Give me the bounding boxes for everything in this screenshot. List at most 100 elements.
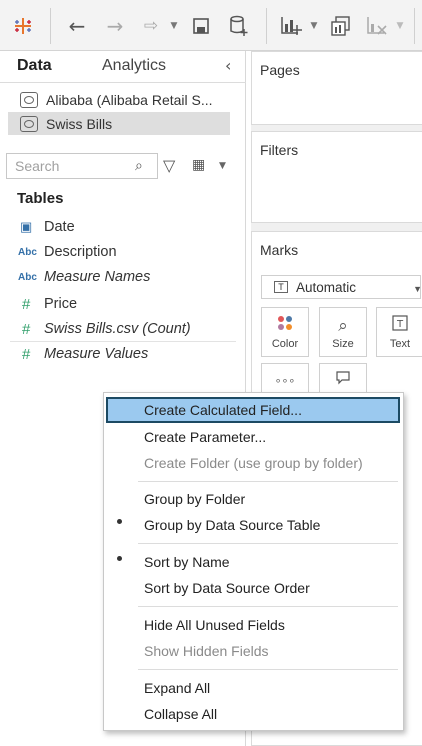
chevron-down-icon: ▼: [413, 284, 422, 294]
field-label: Date: [44, 219, 75, 235]
datasource-icon: [20, 115, 38, 132]
field-label: Measure Values: [44, 346, 149, 362]
tables-heading: Tables: [17, 190, 64, 207]
menu-item-hide-all-unused-fields[interactable]: Hide All Unused Fields: [106, 612, 401, 638]
menu-item-show-hidden-fields: Show Hidden Fields: [106, 638, 401, 664]
number-type-icon: #: [22, 320, 31, 338]
field-count[interactable]: # Swiss Bills.csv (Count): [18, 318, 191, 340]
number-type-icon: #: [22, 345, 31, 363]
svg-text:T: T: [396, 319, 404, 330]
text-label: Text: [389, 338, 411, 350]
field-label: Price: [44, 296, 78, 312]
menu-item-label: Create Folder (use group by folder): [144, 455, 363, 471]
save-icon[interactable]: [188, 12, 214, 40]
toolbar-separator: [50, 8, 51, 44]
checked-bullet-icon: [117, 556, 122, 561]
chevron-down-icon[interactable]: ▼: [394, 12, 406, 40]
toolbar-separator: [266, 8, 267, 44]
search-placeholder: Search: [15, 158, 60, 174]
menu-item-label: Show Hidden Fields: [144, 643, 269, 659]
divider: [10, 341, 236, 342]
search-field[interactable]: Search ⌕: [6, 153, 158, 179]
chevron-down-icon[interactable]: ▼: [219, 161, 226, 171]
field-description[interactable]: Abc Description: [18, 241, 117, 263]
mark-type-value: Automatic: [296, 279, 357, 295]
menu-item-label: Create Parameter...: [144, 429, 267, 445]
mark-type-select[interactable]: T Automatic ▼: [261, 275, 422, 299]
new-worksheet-icon[interactable]: [278, 12, 304, 40]
color-icon: [276, 314, 294, 338]
filters-shelf[interactable]: Filters: [251, 131, 422, 223]
toolbar: ← → ⇨ ▼ ▼ ▼: [0, 0, 422, 51]
clear-icon[interactable]: [364, 12, 390, 40]
menu-item-label: Sort by Name: [144, 554, 230, 570]
field-label: Swiss Bills.csv (Count): [44, 321, 191, 337]
menu-item-group-by-data-source-table[interactable]: Group by Data Source Table: [106, 512, 401, 538]
field-label: Measure Names: [44, 269, 151, 285]
datasource-item-selected[interactable]: Swiss Bills: [8, 112, 230, 135]
pages-shelf[interactable]: Pages: [251, 51, 422, 125]
collapse-pane-icon[interactable]: ‹: [225, 56, 231, 75]
text-mark-icon: T: [274, 281, 288, 293]
menu-item-expand-all[interactable]: Expand All: [106, 675, 401, 701]
menu-item-label: Create Calculated Field...: [144, 402, 302, 418]
search-icon: ⌕: [135, 158, 143, 174]
chevron-down-icon[interactable]: ▼: [308, 12, 320, 40]
pane-tabs: Data Analytics ‹: [0, 51, 246, 83]
tab-data[interactable]: Data: [17, 57, 52, 75]
menu-item-create-calculated-field[interactable]: Create Calculated Field...: [106, 397, 400, 423]
menu-item-sort-by-data-source-order[interactable]: Sort by Data Source Order: [106, 575, 401, 601]
number-type-icon: #: [22, 295, 31, 313]
field-measure-values[interactable]: # Measure Values: [18, 343, 148, 365]
new-datasource-icon[interactable]: [226, 12, 252, 40]
duplicate-icon[interactable]: [328, 12, 354, 40]
menu-item-label: Group by Data Source Table: [144, 517, 321, 533]
size-button[interactable]: ⌕ Size: [319, 307, 367, 357]
toolbar-separator: [414, 8, 415, 44]
menu-separator: [138, 543, 398, 544]
filters-title: Filters: [260, 142, 299, 158]
tab-analytics[interactable]: Analytics: [102, 57, 166, 75]
tooltip-icon: [335, 369, 351, 393]
menu-item-sort-by-name[interactable]: Sort by Name: [106, 549, 401, 575]
tableau-logo-icon[interactable]: [10, 12, 36, 40]
menu-item-create-parameter[interactable]: Create Parameter...: [106, 424, 401, 450]
menu-item-label: Group by Folder: [144, 491, 246, 507]
field-label: Description: [44, 244, 117, 260]
menu-item-label: Hide All Unused Fields: [144, 617, 285, 633]
color-label: Color: [271, 338, 299, 350]
calendar-icon: ▣: [20, 219, 33, 234]
back-arrow-icon[interactable]: ←: [64, 12, 90, 40]
view-list-icon[interactable]: ▦: [192, 157, 205, 173]
detail-icon: ∘∘∘: [274, 375, 296, 387]
menu-item-group-by-folder[interactable]: Group by Folder: [106, 486, 401, 512]
string-type-icon: Abc: [18, 271, 37, 283]
field-price[interactable]: # Price: [18, 293, 77, 315]
redo-icon[interactable]: ⇨: [138, 12, 164, 40]
menu-item-create-folder: Create Folder (use group by folder): [106, 450, 401, 476]
marks-title: Marks: [260, 242, 299, 258]
color-button[interactable]: Color: [261, 307, 309, 357]
filter-icon[interactable]: ▽: [163, 156, 175, 175]
datasource-item[interactable]: Alibaba (Alibaba Retail S...: [8, 88, 230, 111]
menu-separator: [138, 606, 398, 607]
datasource-icon: [20, 91, 38, 108]
text-button[interactable]: T Text: [376, 307, 422, 357]
pages-title: Pages: [260, 62, 300, 78]
datasource-label: Swiss Bills: [46, 115, 113, 132]
menu-item-label: Expand All: [144, 680, 211, 696]
string-type-icon: Abc: [18, 246, 37, 258]
field-date[interactable]: ▣ Date: [18, 216, 75, 238]
checked-bullet-icon: [117, 519, 122, 524]
menu-item-label: Collapse All: [144, 706, 218, 722]
chevron-down-icon[interactable]: ▼: [168, 12, 180, 40]
size-icon: ⌕: [338, 316, 348, 335]
menu-item-collapse-all[interactable]: Collapse All: [106, 701, 401, 727]
field-measure-names[interactable]: Abc Measure Names: [18, 266, 150, 288]
menu-separator: [138, 669, 398, 670]
size-label: Size: [332, 338, 354, 350]
forward-arrow-icon[interactable]: →: [102, 12, 128, 40]
datasource-label: Alibaba (Alibaba Retail S...: [46, 91, 213, 108]
menu-item-label: Sort by Data Source Order: [144, 580, 310, 596]
menu-separator: [138, 481, 398, 482]
